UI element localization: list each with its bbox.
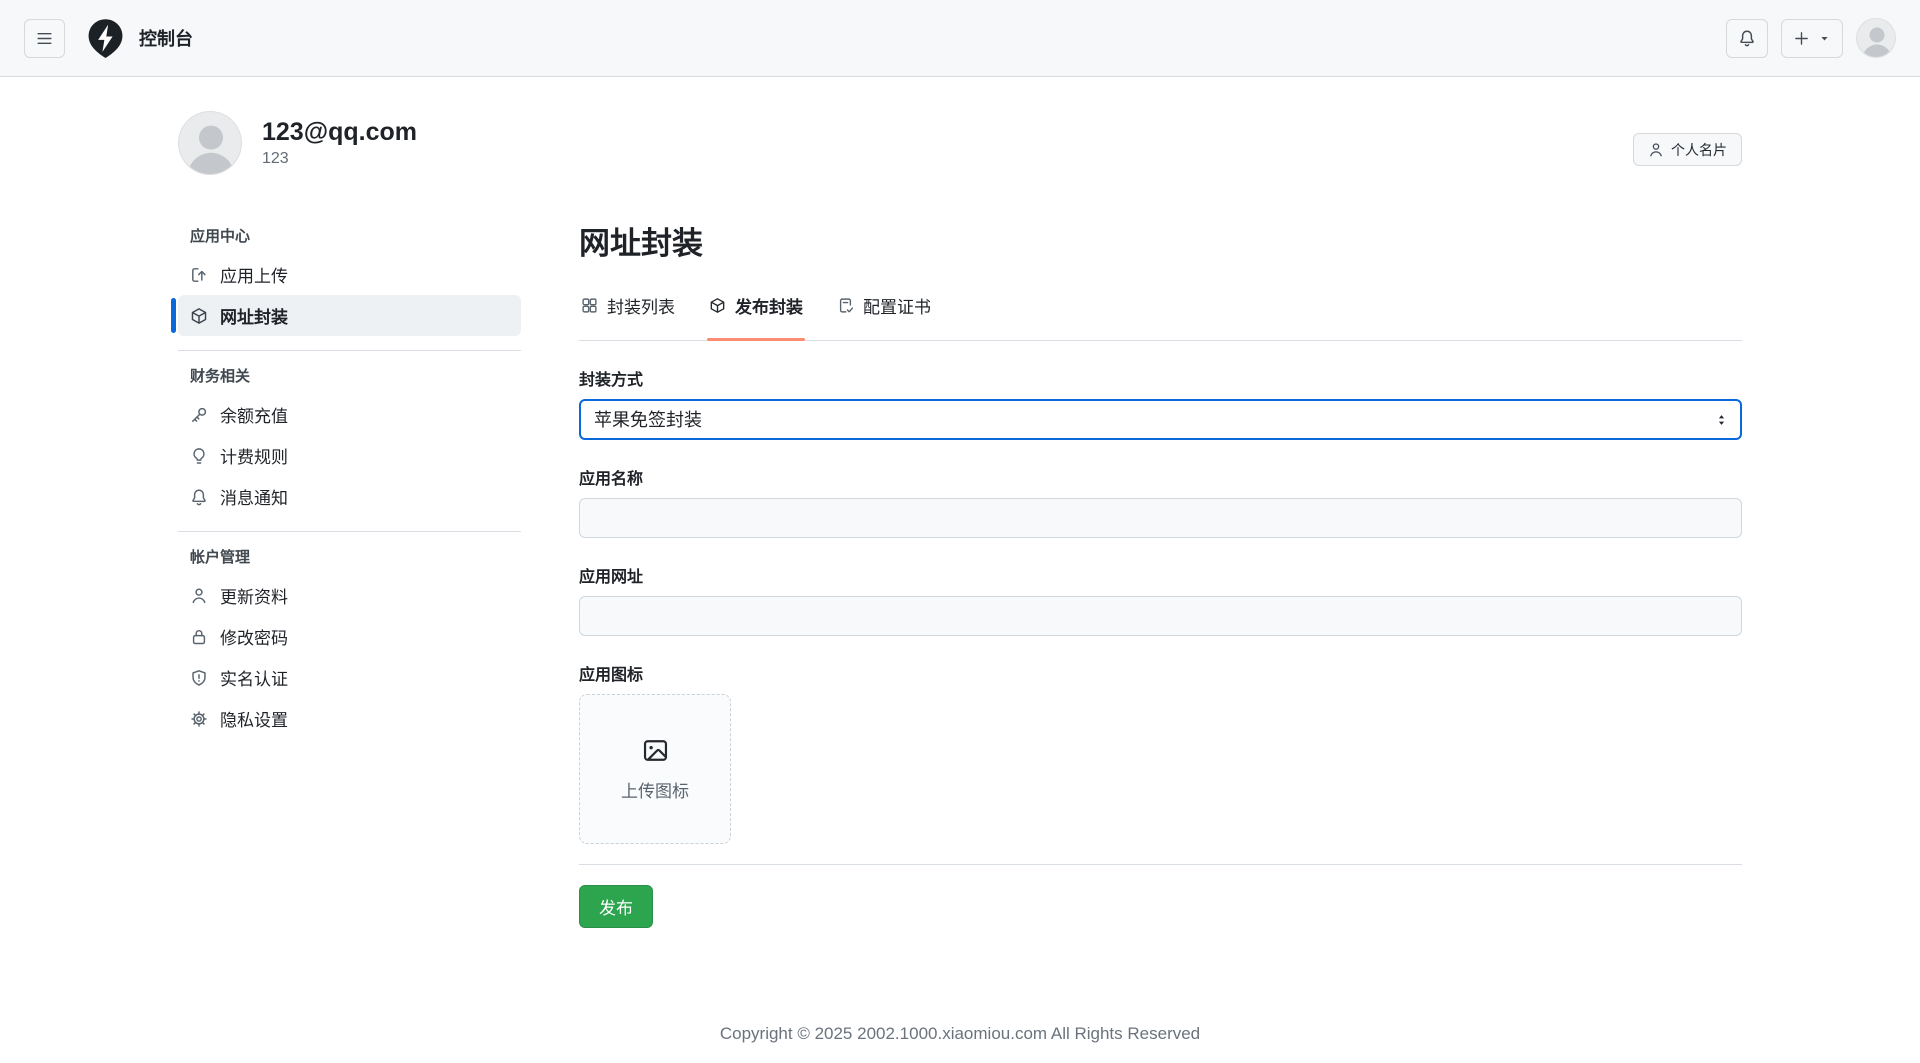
form-divider — [579, 864, 1742, 865]
sidebar-item-app-upload[interactable]: 应用上传 — [178, 254, 521, 295]
sidebar-item-url-package[interactable]: 网址封装 — [178, 295, 521, 336]
sidebar-section-finance: 财务相关 余额充值 计费规则 — [178, 365, 521, 517]
person-silhouette-icon — [179, 112, 242, 175]
sidebar-item-label: 隐私设置 — [220, 706, 288, 731]
sidebar-item-label: 修改密码 — [220, 624, 288, 649]
hamburger-menu-button[interactable] — [24, 19, 65, 58]
sidebar-item-label: 应用上传 — [220, 262, 288, 287]
bell-icon — [1738, 29, 1756, 47]
sidebar-item-notifications[interactable]: 消息通知 — [178, 476, 521, 517]
app-title: 控制台 — [139, 25, 193, 51]
sidebar-item-privacy-settings[interactable]: 隐私设置 — [178, 698, 521, 739]
profile-email: 123@qq.com — [262, 117, 417, 147]
gear-icon — [190, 710, 208, 728]
light-bulb-icon — [190, 447, 208, 465]
package-icon — [190, 307, 208, 325]
sidebar-item-label: 消息通知 — [220, 484, 288, 509]
sidebar-section-title: 财务相关 — [178, 365, 521, 386]
lightning-bolt-icon — [85, 18, 126, 59]
tab-configure-certificate[interactable]: 配置证书 — [835, 283, 933, 340]
app-url-input[interactable] — [579, 596, 1742, 636]
form-group-app-icon: 应用图标 上传图标 — [579, 661, 1742, 844]
sidebar-item-update-profile[interactable]: 更新资料 — [178, 575, 521, 616]
three-bar-icon — [36, 30, 53, 47]
page-title: 网址封装 — [579, 225, 1742, 263]
publish-button[interactable]: 发布 — [579, 885, 653, 928]
create-new-button[interactable] — [1781, 19, 1843, 58]
upload-icon-label: 上传图标 — [621, 777, 689, 802]
form-group-package-method: 封装方式 苹果免签封装 — [579, 366, 1742, 440]
profile-info: 123@qq.com 123 — [262, 111, 417, 168]
notifications-button[interactable] — [1726, 19, 1768, 58]
key-icon — [190, 406, 208, 424]
bell-icon — [190, 488, 208, 506]
main-layout: 应用中心 应用上传 网址封装 财务相关 — [178, 225, 1742, 928]
sidebar-section-account: 帐户管理 更新资料 修改密码 — [178, 546, 521, 739]
person-silhouette-icon — [1857, 19, 1896, 58]
package-method-select-wrap: 苹果免签封装 — [579, 399, 1742, 440]
footer: Copyright © 2025 2002.1000.xiaomiou.com … — [178, 1024, 1742, 1063]
sidebar-divider — [178, 350, 521, 351]
tab-publish-package[interactable]: 发布封装 — [707, 283, 805, 340]
form-group-app-url: 应用网址 — [579, 563, 1742, 636]
profile-username: 123 — [262, 150, 417, 168]
app-name-label: 应用名称 — [579, 465, 1742, 489]
sidebar-section-title: 帐户管理 — [178, 546, 521, 567]
sidebar-section-title: 应用中心 — [178, 225, 521, 246]
content-area: 网址封装 封装列表 发布封装 — [579, 225, 1742, 928]
sidebar-item-label: 网址封装 — [220, 303, 288, 328]
person-icon — [1648, 142, 1664, 158]
sidebar-item-balance-recharge[interactable]: 余额充值 — [178, 394, 521, 435]
sidebar-item-billing-rules[interactable]: 计费规则 — [178, 435, 521, 476]
app-name-input[interactable] — [579, 498, 1742, 538]
sidebar-nav: 应用中心 应用上传 网址封装 财务相关 — [178, 225, 521, 739]
package-method-label: 封装方式 — [579, 366, 1742, 390]
app-header: 控制台 — [0, 0, 1920, 77]
package-method-select[interactable]: 苹果免签封装 — [579, 399, 1742, 440]
header-avatar[interactable] — [1856, 18, 1896, 58]
plus-icon — [1793, 30, 1810, 47]
sidebar-item-label: 更新资料 — [220, 583, 288, 608]
upload-icon — [190, 266, 208, 284]
apps-grid-icon — [581, 297, 598, 314]
profile-section: 123@qq.com 123 个人名片 — [178, 77, 1742, 175]
app-url-label: 应用网址 — [579, 563, 1742, 587]
sidebar-item-real-name-verify[interactable]: 实名认证 — [178, 657, 521, 698]
sidebar-item-label: 计费规则 — [220, 443, 288, 468]
tab-label: 配置证书 — [863, 293, 931, 318]
tab-label: 发布封装 — [735, 293, 803, 318]
sidebar-section-app-center: 应用中心 应用上传 网址封装 — [178, 225, 521, 336]
app-logo[interactable] — [85, 18, 126, 59]
image-icon — [642, 737, 669, 764]
person-icon — [190, 587, 208, 605]
personal-card-label: 个人名片 — [1671, 140, 1727, 160]
lock-icon — [190, 628, 208, 646]
copyright-text: Copyright © 2025 2002.1000.xiaomiou.com … — [720, 1024, 1200, 1043]
personal-card-button[interactable]: 个人名片 — [1633, 133, 1742, 166]
tab-nav: 封装列表 发布封装 配置证书 — [579, 283, 1742, 341]
tab-label: 封装列表 — [607, 293, 675, 318]
icon-upload-dropzone[interactable]: 上传图标 — [579, 694, 731, 844]
sidebar-item-label: 余额充值 — [220, 402, 288, 427]
file-check-icon — [837, 297, 854, 314]
page-container: 123@qq.com 123 个人名片 应用中心 应用上传 — [178, 77, 1742, 1063]
sidebar-item-change-password[interactable]: 修改密码 — [178, 616, 521, 657]
chevron-down-icon — [1818, 32, 1831, 45]
appbar-actions — [1726, 18, 1896, 58]
tab-package-list[interactable]: 封装列表 — [579, 283, 677, 340]
form-group-app-name: 应用名称 — [579, 465, 1742, 538]
profile-avatar — [178, 111, 242, 175]
sidebar-item-label: 实名认证 — [220, 665, 288, 690]
shield-exclamation-icon — [190, 669, 208, 687]
app-icon-label: 应用图标 — [579, 661, 1742, 685]
package-icon — [709, 297, 726, 314]
sidebar-divider — [178, 531, 521, 532]
